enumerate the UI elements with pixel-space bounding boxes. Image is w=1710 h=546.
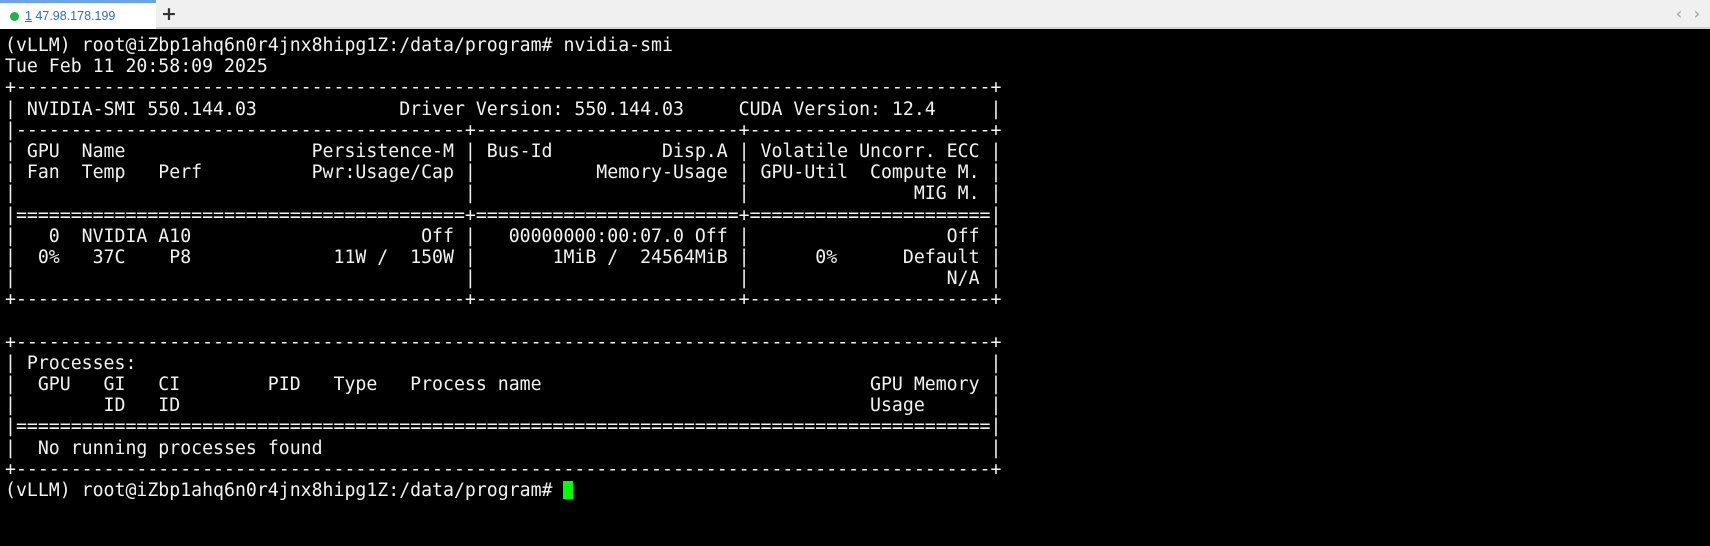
text-cursor	[563, 480, 574, 499]
session-tab-label: 1 47.98.178.199	[25, 9, 115, 23]
terminal-line: | | | MIG M. |	[5, 183, 1002, 205]
terminal-line: | Fan Temp Perf Pwr:Usage/Cap | Memory-U…	[5, 162, 1002, 184]
new-tab-icon[interactable]: +	[160, 3, 178, 25]
terminal-line: +---------------------------------------…	[5, 458, 1002, 480]
session-tab-host: 47.98.178.199	[31, 9, 116, 23]
terminal-line: Tue Feb 11 20:58:09 2025	[5, 56, 268, 78]
terminal-line: | GPU Name Persistence-M | Bus-Id Disp.A…	[5, 140, 1002, 162]
tab-scroll-left-icon[interactable]: ‹	[1672, 3, 1686, 25]
terminal-line: | 0 NVIDIA A10 Off | 00000000:00:07.0 Of…	[5, 225, 1002, 247]
shell-prompt: (vLLM) root@iZbp1ahq6n0r4jnx8hipg1Z:/dat…	[5, 479, 564, 501]
tab-scroll-right-icon[interactable]: ›	[1690, 3, 1704, 25]
terminal-line: | No running processes found |	[5, 437, 1002, 459]
terminal-line: |=======================================…	[5, 204, 1002, 226]
session-tab-index: 1	[25, 9, 32, 23]
session-tab[interactable]: 1 47.98.178.199	[0, 0, 156, 29]
terminal-line: +---------------------------------------…	[5, 331, 1002, 353]
terminal-line: | GPU GI CI PID Type Process name GPU Me…	[5, 374, 1002, 395]
terminal-line: | ID ID Usage |	[5, 395, 1002, 417]
terminal-line: +---------------------------------------…	[5, 77, 1002, 99]
prompt-line[interactable]: (vLLM) root@iZbp1ahq6n0r4jnx8hipg1Z:/dat…	[5, 480, 1705, 501]
terminal-line: |=======================================…	[5, 416, 1002, 438]
terminal-output[interactable]: (vLLM) root@iZbp1ahq6n0r4jnx8hipg1Z:/dat…	[5, 35, 1705, 543]
tab-bar: 1 47.98.178.199 + ‹ ›	[0, 0, 1710, 29]
terminal-line: | Processes: |	[5, 352, 1002, 374]
terminal-line: (vLLM) root@iZbp1ahq6n0r4jnx8hipg1Z:/dat…	[5, 35, 673, 56]
terminal-line: | 0% 37C P8 11W / 150W | 1MiB / 24564MiB…	[5, 246, 1002, 268]
terminal-line: | | | N/A |	[5, 268, 1002, 290]
connection-status-icon	[10, 11, 19, 21]
terminal-line: |---------------------------------------…	[5, 119, 1002, 141]
terminal-line: +---------------------------------------…	[5, 289, 1002, 311]
terminal-line: | NVIDIA-SMI 550.144.03 Driver Version: …	[5, 98, 1002, 120]
